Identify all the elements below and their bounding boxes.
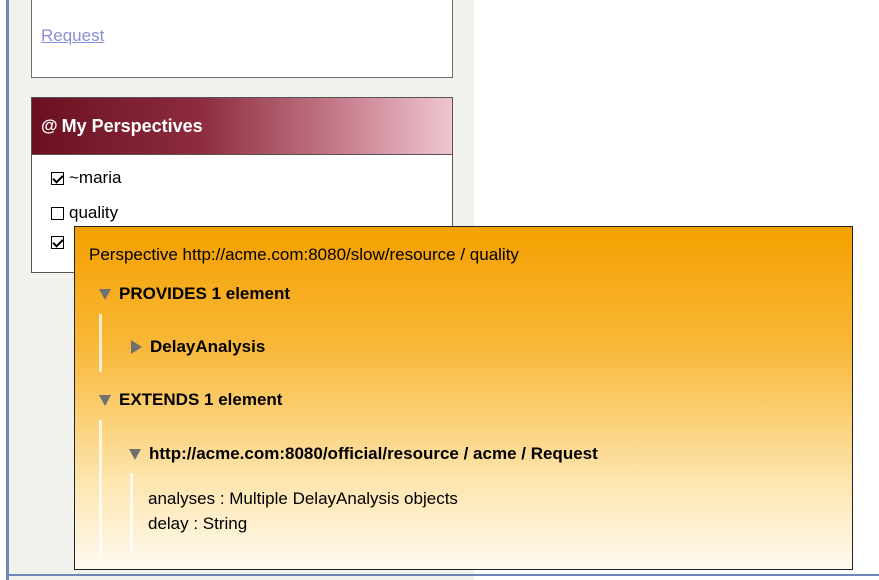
request-link[interactable]: Request	[41, 26, 104, 46]
perspective-label: quality	[69, 203, 119, 222]
extends-item-request[interactable]: http://acme.com:8080/official/resource /…	[129, 444, 598, 464]
tree-line	[99, 420, 102, 558]
expanded-triangle-icon	[99, 288, 111, 300]
item-label: DelayAnalysis	[150, 337, 266, 356]
left-border	[0, 0, 9, 580]
perspective-item-quality[interactable]: quality	[51, 203, 118, 223]
at-icon: @	[41, 116, 58, 135]
my-perspectives-title: My Perspectives	[61, 115, 203, 136]
expanded-triangle-icon	[129, 448, 141, 460]
tree-line	[99, 314, 102, 372]
provides-item-delayanalysis[interactable]: DelayAnalysis	[131, 337, 265, 357]
provides-label: PROVIDES 1 element	[119, 284, 291, 303]
item-label: http://acme.com:8080/official/resource /…	[149, 444, 598, 463]
perspective-label: ~maria	[69, 168, 122, 187]
tooltip-title: Perspective http://acme.com:8080/slow/re…	[89, 245, 519, 264]
perspective-item-maria[interactable]: ~maria	[51, 168, 121, 188]
extends-section[interactable]: EXTENDS 1 element	[99, 390, 282, 410]
extends-label: EXTENDS 1 element	[119, 390, 283, 409]
perspective-checkbox[interactable]	[51, 236, 64, 249]
perspective-checkbox[interactable]	[51, 206, 64, 220]
perspective-tooltip: Perspective http://acme.com:8080/slow/re…	[74, 226, 853, 570]
perspective-item-third[interactable]	[51, 236, 69, 249]
perspective-checkbox[interactable]	[51, 171, 64, 185]
expanded-triangle-icon	[99, 394, 111, 406]
provides-section[interactable]: PROVIDES 1 element	[99, 284, 290, 304]
links-panel: Request	[31, 0, 453, 78]
attribute-analyses: analyses : Multiple DelayAnalysis object…	[148, 489, 458, 508]
attribute-delay: delay : String	[148, 514, 248, 533]
bottom-border	[9, 574, 879, 576]
tree-line	[130, 473, 133, 553]
collapsed-triangle-icon	[131, 340, 142, 354]
my-perspectives-header: @ My Perspectives	[32, 98, 452, 155]
